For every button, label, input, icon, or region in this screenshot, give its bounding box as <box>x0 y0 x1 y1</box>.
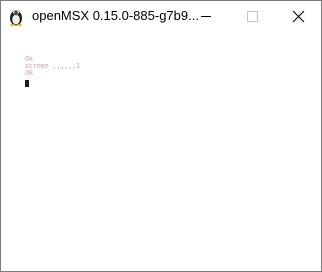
openmsx-penguin-icon[interactable] <box>8 7 24 26</box>
maximize-icon <box>247 11 258 22</box>
screen-line-ok-2: Ok <box>25 69 33 77</box>
minimize-icon <box>201 16 211 17</box>
close-button[interactable] <box>275 1 321 32</box>
maximize-button[interactable] <box>229 1 275 32</box>
title-bar[interactable]: openMSX 0.15.0-885-g7b9... <box>1 1 321 32</box>
close-icon <box>292 10 305 23</box>
openmsx-window: openMSX 0.15.0-885-g7b9... Ok screen ,,,… <box>0 0 322 272</box>
window-title: openMSX 0.15.0-885-g7b9... <box>32 8 199 23</box>
minimize-button[interactable] <box>183 1 229 32</box>
text-cursor <box>25 80 29 87</box>
msx-screen[interactable]: Ok screen ,,,,,,1 Ok <box>1 32 321 271</box>
screen-line-command: screen ,,,,,,1 <box>25 62 80 70</box>
